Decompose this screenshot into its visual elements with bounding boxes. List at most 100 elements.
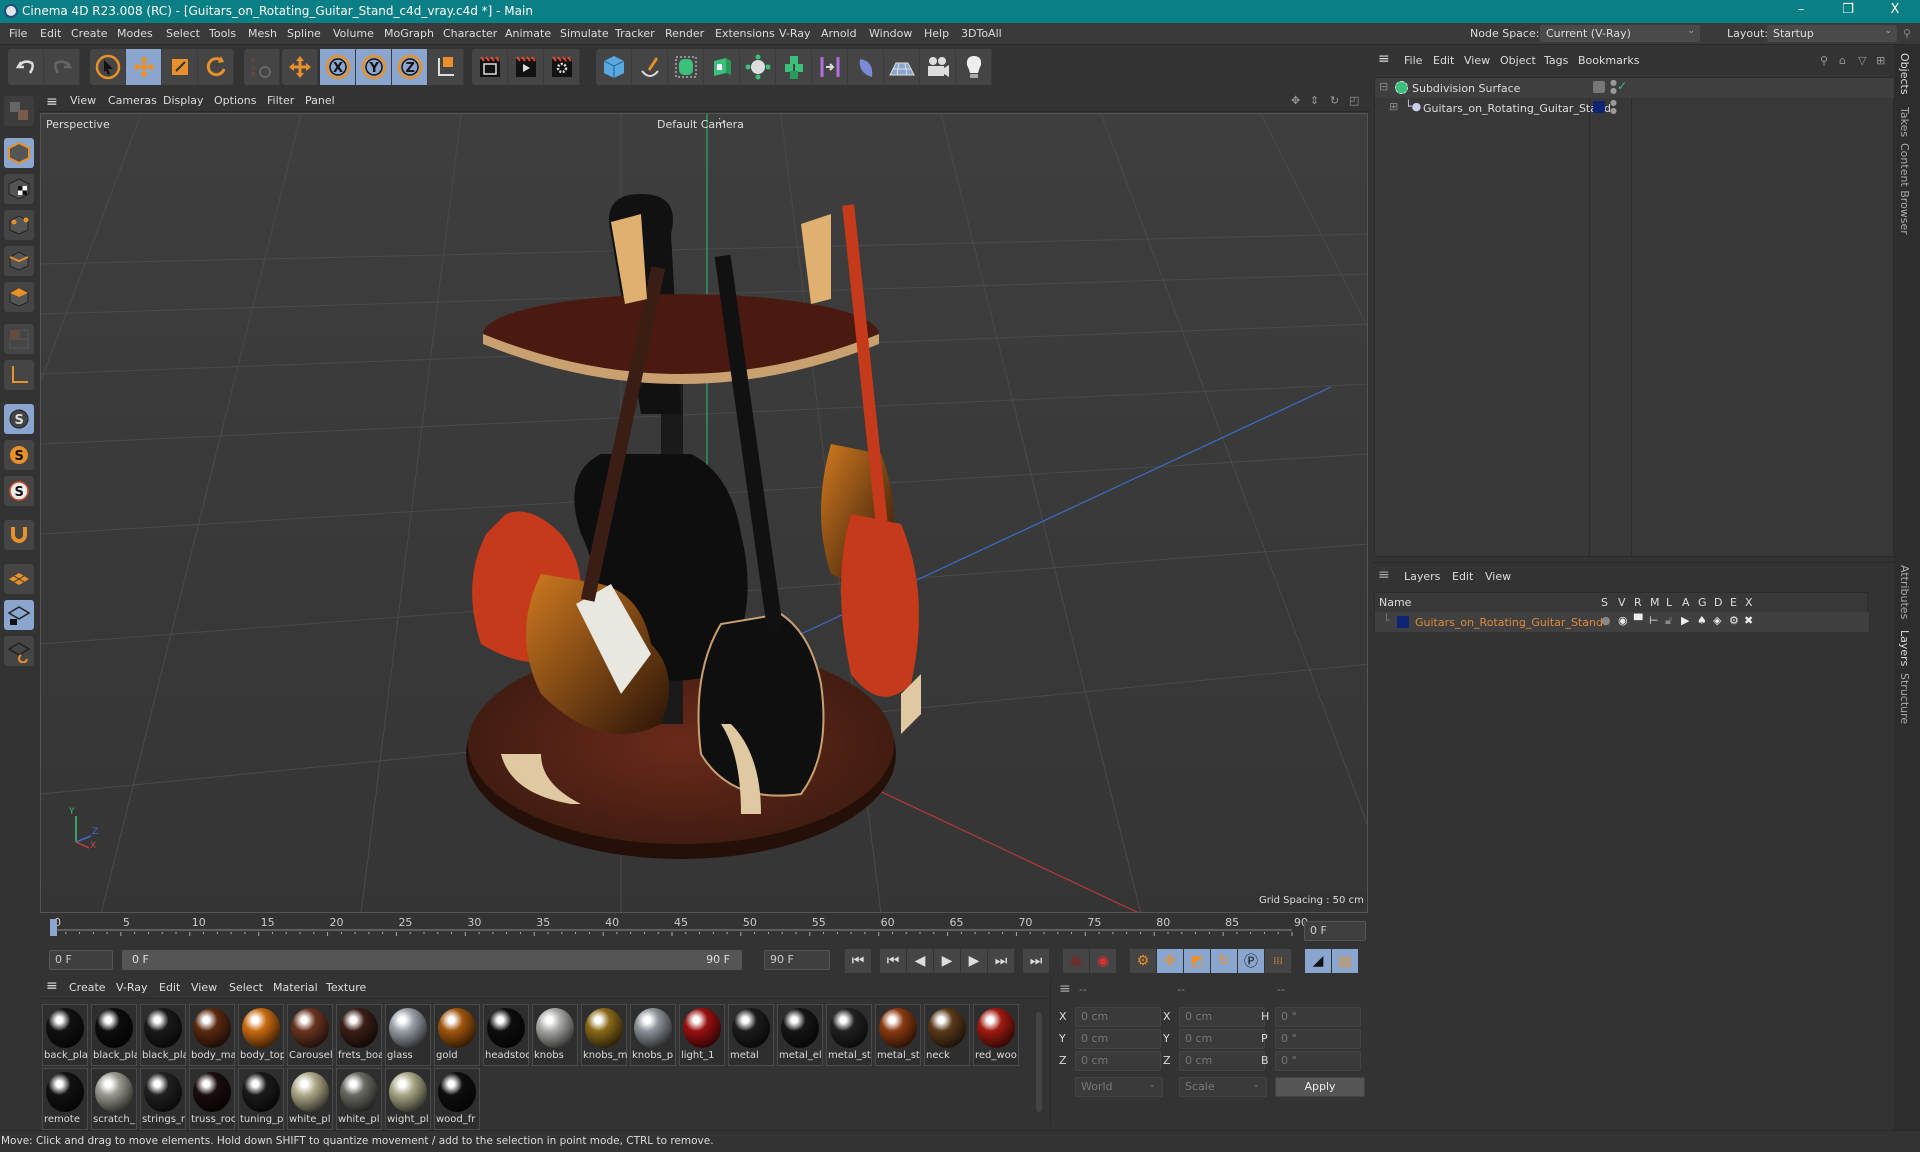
- material-menu-vray[interactable]: V-Ray: [116, 981, 148, 994]
- menu-spline[interactable]: Spline: [287, 27, 321, 40]
- layer-column-header[interactable]: A: [1682, 596, 1690, 609]
- object-name[interactable]: Guitars_on_Rotating_Guitar_Stand: [1423, 102, 1611, 115]
- apply-button[interactable]: Apply: [1275, 1077, 1365, 1097]
- close-button[interactable]: X: [1880, 2, 1910, 20]
- spline-mask-button[interactable]: [848, 49, 884, 85]
- menu-render[interactable]: Render: [665, 27, 704, 40]
- visibility-dots-icon[interactable]: ● ●: [1610, 99, 1617, 115]
- menu-select[interactable]: Select: [166, 27, 200, 40]
- pen-button[interactable]: [632, 49, 668, 85]
- previous-frame-button[interactable]: ◀: [907, 949, 933, 973]
- layer-column-header[interactable]: L: [1666, 596, 1672, 609]
- menu-extensions[interactable]: Extensions: [715, 27, 775, 40]
- material-swatch[interactable]: black_pla: [91, 1004, 137, 1066]
- menu-simulate[interactable]: Simulate: [560, 27, 609, 40]
- xref-icon[interactable]: ✖: [1744, 614, 1753, 627]
- planar-workplane-button[interactable]: [4, 636, 34, 666]
- coordinate-field[interactable]: 0 cm: [1179, 1007, 1265, 1027]
- layer-column-header[interactable]: V: [1618, 596, 1626, 609]
- material-swatch[interactable]: knobs_m: [581, 1004, 627, 1066]
- expand-icon[interactable]: ⊞: [1389, 100, 1398, 113]
- coordinate-field[interactable]: 0 cm: [1179, 1051, 1265, 1071]
- layer-column-header[interactable]: D: [1714, 596, 1722, 609]
- viewport-menu-filter[interactable]: Filter: [267, 94, 294, 107]
- menu-edit[interactable]: Edit: [40, 27, 61, 40]
- material-swatch[interactable]: metal_st: [875, 1004, 921, 1066]
- z-axis-button[interactable]: Z: [392, 49, 428, 85]
- object-menu-view[interactable]: View: [1464, 54, 1490, 67]
- layer-menu-layers[interactable]: Layers: [1404, 570, 1440, 583]
- material-menu-view[interactable]: View: [191, 981, 217, 994]
- coordinate-mode-dropdown[interactable]: World ⌄: [1075, 1077, 1163, 1097]
- menu-character[interactable]: Character: [443, 27, 497, 40]
- model-mode-button[interactable]: [4, 138, 34, 168]
- deformers-icon[interactable]: ◈: [1713, 614, 1721, 627]
- material-swatch[interactable]: knobs_p: [630, 1004, 676, 1066]
- edges-mode-button[interactable]: [4, 246, 34, 276]
- layer-menu-edit[interactable]: Edit: [1452, 570, 1473, 583]
- undo-button[interactable]: [8, 49, 44, 85]
- material-swatch[interactable]: body_top: [238, 1004, 284, 1066]
- minimize-button[interactable]: –: [1786, 2, 1816, 20]
- viewport-menu-display[interactable]: Display: [163, 94, 204, 107]
- material-swatch[interactable]: scratch_: [91, 1068, 137, 1130]
- render-view-button[interactable]: [472, 49, 508, 85]
- search-icon[interactable]: ⚲: [1820, 54, 1828, 67]
- material-swatch[interactable]: metal_st: [826, 1004, 872, 1066]
- tab-takes[interactable]: Takes: [1898, 107, 1911, 137]
- material-swatch[interactable]: headstoc: [483, 1004, 529, 1066]
- layer-column-header[interactable]: Name: [1379, 596, 1411, 609]
- layer-column-header[interactable]: S: [1601, 596, 1608, 609]
- end-frame-field[interactable]: 90 F: [764, 950, 830, 970]
- material-swatch[interactable]: gold: [434, 1004, 480, 1066]
- snap-settings-button[interactable]: S: [4, 440, 34, 470]
- lock-icon[interactable]: 🔓︎: [1665, 614, 1672, 628]
- viewport-menu-cameras[interactable]: Cameras: [108, 94, 157, 107]
- material-swatch[interactable]: Carousel: [287, 1004, 333, 1066]
- visible-icon[interactable]: ◉: [1618, 614, 1628, 627]
- timeline-ruler[interactable]: 0 5 10 15 20 25 30 35 40 45 50 55 60 65 70 75 80 85 90 0 F: [40, 913, 1368, 947]
- object-menu-file[interactable]: File: [1404, 54, 1422, 67]
- key-rotation-button[interactable]: ↻: [1211, 949, 1237, 973]
- material-scrollbar[interactable]: [1036, 1012, 1042, 1112]
- camera-label[interactable]: Default Camera: [657, 118, 744, 131]
- material-swatch[interactable]: knobs: [532, 1004, 578, 1066]
- hamburger-menu-icon[interactable]: ≡: [46, 94, 58, 110]
- next-frame-button[interactable]: ▶: [961, 949, 987, 973]
- render-icon[interactable]: ▀: [1634, 614, 1642, 627]
- filter-icon[interactable]: ▽: [1858, 54, 1866, 67]
- motion-system-button[interactable]: ◢: [1305, 949, 1331, 973]
- 3d-viewport[interactable]: Perspective Default Camera ⁚• Y Z X Grid…: [40, 113, 1368, 913]
- go-to-start-button[interactable]: ⏮: [845, 949, 871, 973]
- y-axis-button[interactable]: Y: [356, 49, 392, 85]
- key-position-button[interactable]: ✥: [1157, 949, 1183, 973]
- key-scale-button[interactable]: ◩: [1184, 949, 1210, 973]
- material-menu-texture[interactable]: Texture: [326, 981, 366, 994]
- viewport-menu-panel[interactable]: Panel: [305, 94, 335, 107]
- material-swatch[interactable]: tuning_p: [238, 1068, 284, 1130]
- material-swatch[interactable]: metal: [728, 1004, 774, 1066]
- material-swatch[interactable]: white_pl: [336, 1068, 382, 1130]
- timeline-window-button[interactable]: ▤: [1332, 949, 1358, 973]
- workplane-button[interactable]: [4, 564, 34, 594]
- material-swatch[interactable]: wood_fr: [434, 1068, 480, 1130]
- deformer-button[interactable]: [812, 49, 848, 85]
- material-swatch[interactable]: red_woo: [973, 1004, 1019, 1066]
- polygons-mode-button[interactable]: [4, 282, 34, 312]
- locked-workplane-button[interactable]: [4, 600, 34, 630]
- material-swatch[interactable]: neck: [924, 1004, 970, 1066]
- floor-button[interactable]: [884, 49, 920, 85]
- magnet-button[interactable]: [4, 520, 34, 550]
- layer-name[interactable]: Guitars_on_Rotating_Guitar_Stand: [1415, 616, 1603, 629]
- object-menu-edit[interactable]: Edit: [1433, 54, 1454, 67]
- zoom-view-icon[interactable]: ⇕: [1310, 94, 1319, 107]
- render-picture-viewer-button[interactable]: [508, 49, 544, 85]
- select-tool-button[interactable]: [90, 49, 126, 85]
- menu-file[interactable]: File: [9, 27, 27, 40]
- object-menu-object[interactable]: Object: [1500, 54, 1536, 67]
- hamburger-menu-icon[interactable]: ≡: [46, 978, 58, 994]
- hamburger-menu-icon[interactable]: ≡: [1378, 51, 1390, 67]
- search-icon[interactable]: ⚲: [1903, 27, 1911, 40]
- key-pla-button[interactable]: ⁞⁞⁞: [1265, 949, 1291, 973]
- array-button[interactable]: [776, 49, 812, 85]
